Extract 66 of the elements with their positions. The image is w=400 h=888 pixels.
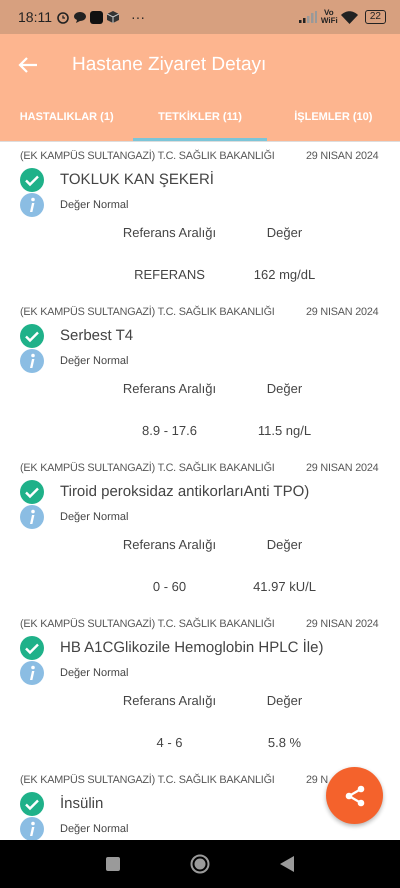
screen-title: Hastane Ziyaret Detayı — [72, 52, 266, 77]
result-status: Değer Normal — [60, 510, 128, 525]
check-icon — [20, 168, 44, 192]
test-name: İnsülin — [60, 794, 104, 814]
institution-name: (EK KAMPÜS SULTANGAZİ) T.C. SAĞLIK BAKANLIĞI — [20, 148, 275, 164]
info-icon[interactable] — [20, 193, 44, 218]
check-icon — [20, 636, 44, 660]
status-time: 18:11 — [18, 8, 52, 26]
reference-label: Referans Aralığı — [122, 380, 218, 398]
reference-range: 0 - 60 — [152, 578, 188, 596]
info-icon[interactable] — [20, 817, 44, 840]
test-name: HB A1CGlikozile Hemoglobin HPLC İle) — [60, 638, 324, 658]
share-button[interactable] — [326, 767, 383, 824]
reference-range: 8.9 - 17.6 — [141, 422, 198, 440]
check-icon — [20, 480, 44, 504]
test-date: 29 NISAN 2024 — [306, 305, 380, 320]
value-label: Değer — [266, 692, 304, 710]
result-status: Değer Normal — [60, 666, 128, 681]
institution-name: (EK KAMPÜS SULTANGAZİ) T.C. SAĞLIK BAKANLIĞI — [20, 616, 275, 632]
app-square-icon — [90, 10, 103, 24]
reference-label: Referans Aralığı — [122, 536, 218, 554]
battery-indicator: 22 — [364, 10, 386, 24]
reference-range: REFERANS — [133, 266, 206, 284]
reference-range: 4 - 6 — [155, 734, 184, 752]
home-icon[interactable] — [190, 854, 210, 874]
alarm-clock-icon — [56, 10, 70, 24]
signal-icon — [298, 11, 317, 23]
test-date: 29 N — [306, 773, 330, 788]
test-value: 162 mg/dL — [252, 266, 316, 284]
back-arrow-icon[interactable] — [18, 56, 38, 74]
network-label: Vo WiFi — [320, 9, 337, 25]
test-date: 29 NISAN 2024 — [306, 461, 380, 476]
package-icon — [107, 11, 119, 23]
test-date: 29 NISAN 2024 — [306, 149, 380, 164]
result-status: Değer Normal — [60, 354, 128, 369]
info-icon[interactable] — [20, 505, 44, 530]
overflow-dots: ··· — [131, 8, 145, 26]
test-value: 41.97 kU/L — [252, 578, 317, 596]
tab[interactable]: TETKİKLER (11) — [133, 96, 267, 141]
result-status: Değer Normal — [60, 822, 128, 837]
test-value: 11.5 ng/L — [256, 422, 312, 440]
test-name: TOKLUK KAN ŞEKERİ — [60, 170, 214, 190]
test-value: 5.8 % — [266, 734, 302, 752]
institution-name: (EK KAMPÜS SULTANGAZİ) T.C. SAĞLIK BAKANLIĞI — [20, 460, 275, 476]
institution-name: (EK KAMPÜS SULTANGAZİ) T.C. SAĞLIK BAKANLIĞI — [20, 304, 275, 320]
test-name: Tiroid peroksidaz antikorlarıAnti TPO) — [60, 482, 310, 502]
recent-apps-icon[interactable] — [106, 857, 120, 871]
tab[interactable]: HASTALIKLAR (1) — [0, 96, 134, 141]
test-name: Serbest T4 — [60, 326, 134, 346]
back-icon[interactable] — [280, 856, 294, 872]
info-icon[interactable] — [20, 661, 44, 686]
share-icon — [342, 784, 366, 808]
result-status: Değer Normal — [60, 198, 128, 213]
test-date: 29 NISAN 2024 — [306, 617, 380, 632]
institution-name: (EK KAMPÜS SULTANGAZİ) T.C. SAĞLIK BAKANLIĞI — [20, 772, 275, 788]
info-icon[interactable] — [20, 349, 44, 374]
check-icon — [20, 792, 44, 816]
check-icon — [20, 324, 44, 348]
reference-label: Referans Aralığı — [122, 692, 218, 710]
value-label: Değer — [266, 380, 304, 398]
value-label: Değer — [266, 536, 304, 554]
value-label: Değer — [266, 224, 304, 242]
reference-label: Referans Aralığı — [122, 224, 218, 242]
chat-bubble-icon — [74, 12, 86, 22]
tab[interactable]: İŞLEMLER (10) — [266, 96, 400, 141]
wifi-icon — [340, 10, 358, 24]
